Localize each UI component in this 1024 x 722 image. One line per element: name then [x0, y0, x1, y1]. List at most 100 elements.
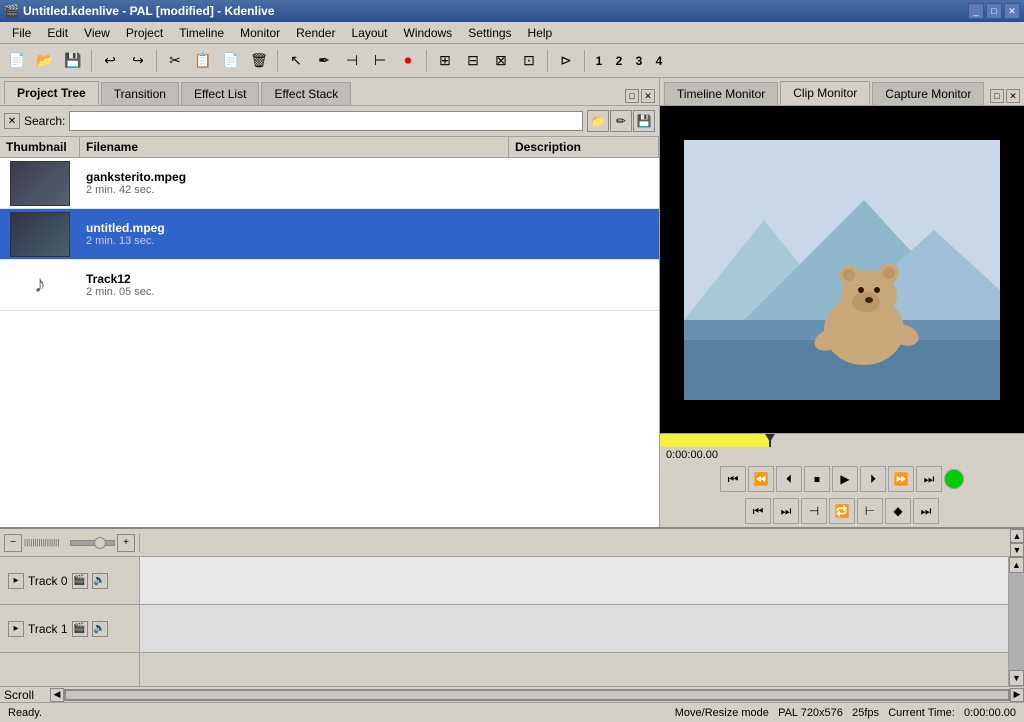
next-frame-button[interactable]: ⏭ — [773, 498, 799, 524]
extract-button[interactable]: ⊳ — [553, 48, 579, 74]
loop-button[interactable]: 🔁 — [829, 498, 855, 524]
toolbar-sep-1 — [91, 50, 92, 72]
snap-button[interactable]: ⊞ — [432, 48, 458, 74]
layout-3-button[interactable]: 3 — [630, 52, 648, 70]
timeline-zoom: − ||||||||||||||||| + — [0, 534, 140, 552]
group-button[interactable]: ⊠ — [488, 48, 514, 74]
goto-end-button[interactable]: ⏭ — [916, 466, 942, 492]
menu-view[interactable]: View — [76, 24, 118, 42]
new-button[interactable]: 📄 — [4, 48, 30, 74]
in-point-button[interactable]: ⊣ — [339, 48, 365, 74]
search-edit-button[interactable]: ✏ — [610, 110, 632, 132]
cut-button[interactable]: ✂ — [162, 48, 188, 74]
search-input[interactable] — [69, 111, 583, 131]
tab-effect-stack[interactable]: Effect Stack — [261, 82, 351, 105]
search-save-button[interactable]: 💾 — [633, 110, 655, 132]
link-button[interactable]: ⊟ — [460, 48, 486, 74]
h-scroll-right[interactable]: ▶ — [1010, 688, 1024, 702]
tab-clip-monitor[interactable]: Clip Monitor — [780, 81, 870, 105]
goto-start-button[interactable]: ⏮ — [720, 466, 746, 492]
menu-edit[interactable]: Edit — [39, 24, 76, 42]
v-scroll-track[interactable] — [1009, 573, 1024, 670]
rewind-button[interactable]: ⏪ — [748, 466, 774, 492]
in-point-ctrl-button[interactable]: ⊣ — [801, 498, 827, 524]
track-1-audio-button[interactable]: 🔊 — [92, 621, 108, 637]
tab-transition[interactable]: Transition — [101, 82, 179, 105]
mark-button[interactable]: ◆ — [885, 498, 911, 524]
monitor-maximize-button[interactable]: □ — [990, 89, 1004, 103]
insert-button[interactable]: ⏭ — [913, 498, 939, 524]
menu-layout[interactable]: Layout — [343, 24, 395, 42]
razor-tool[interactable]: ✒ — [311, 48, 337, 74]
minimize-button[interactable]: _ — [968, 3, 984, 19]
save-button[interactable]: 💾 — [60, 48, 86, 74]
timeline-marker — [769, 434, 771, 447]
menu-settings[interactable]: Settings — [460, 24, 519, 42]
out-point-button[interactable]: ⊢ — [367, 48, 393, 74]
menu-timeline[interactable]: Timeline — [171, 24, 232, 42]
step-forward-button[interactable]: ⏵ — [860, 466, 886, 492]
file-row-1[interactable]: ganksterito.mpeg 2 min. 42 sec. — [0, 158, 659, 209]
playback-timeline[interactable] — [660, 433, 1024, 447]
ruler-scroll-up[interactable]: ▲ — [1010, 529, 1024, 543]
header-thumbnail: Thumbnail — [0, 137, 80, 157]
select-tool[interactable]: ↖ — [283, 48, 309, 74]
file-row-3[interactable]: ♪ Track12 2 min. 05 sec. — [0, 260, 659, 311]
track-0-toggle[interactable]: ▸ — [8, 573, 24, 589]
menu-help[interactable]: Help — [520, 24, 561, 42]
h-scroll-left[interactable]: ◀ — [50, 688, 64, 702]
track-1-video-button[interactable]: 🎬 — [72, 621, 88, 637]
maximize-button[interactable]: □ — [986, 3, 1002, 19]
ungroup-button[interactable]: ⊡ — [516, 48, 542, 74]
monitor-tabs: Timeline Monitor Clip Monitor Capture Mo… — [660, 78, 1024, 106]
panel-maximize-button[interactable]: □ — [625, 89, 639, 103]
tab-capture-monitor[interactable]: Capture Monitor — [872, 82, 984, 105]
menu-file[interactable]: File — [4, 24, 39, 42]
menu-render[interactable]: Render — [288, 24, 343, 42]
fast-forward-button[interactable]: ⏩ — [888, 466, 914, 492]
tab-project-tree[interactable]: Project Tree — [4, 81, 99, 105]
layout-2-button[interactable]: 2 — [610, 52, 628, 70]
panel-close-button[interactable]: ✕ — [641, 89, 655, 103]
menu-windows[interactable]: Windows — [396, 24, 461, 42]
ruler-scroll-down[interactable]: ▼ — [1010, 543, 1024, 557]
redo-button[interactable]: ↪ — [125, 48, 151, 74]
track-0-video-button[interactable]: 🎬 — [72, 573, 88, 589]
stop-button[interactable]: ⏹ — [804, 466, 830, 492]
zoom-out-button[interactable]: − — [4, 534, 22, 552]
paste-button[interactable]: 📄 — [218, 48, 244, 74]
tab-effect-list[interactable]: Effect List — [181, 82, 259, 105]
record-monitor-button[interactable] — [944, 469, 964, 489]
track-0-audio-button[interactable]: 🔊 — [92, 573, 108, 589]
tab-timeline-monitor[interactable]: Timeline Monitor — [664, 82, 778, 105]
search-clear-button[interactable]: ✕ — [4, 113, 20, 129]
monitor-close-button[interactable]: ✕ — [1006, 89, 1020, 103]
undo-button[interactable]: ↩ — [97, 48, 123, 74]
zoom-in-button[interactable]: + — [117, 534, 135, 552]
video-preview — [660, 106, 1024, 433]
zoom-slider-track[interactable] — [70, 540, 116, 546]
track-1-toggle[interactable]: ▸ — [8, 621, 24, 637]
h-scrollbar-thumb[interactable] — [65, 690, 1009, 700]
layout-1-button[interactable]: 1 — [590, 52, 608, 70]
record-button[interactable]: ⏺ — [395, 48, 421, 74]
menu-project[interactable]: Project — [118, 24, 171, 42]
v-scroll-down[interactable]: ▼ — [1009, 670, 1024, 686]
copy-button[interactable]: 📋 — [190, 48, 216, 74]
play-button[interactable]: ▶ — [832, 466, 858, 492]
v-scroll-up[interactable]: ▲ — [1009, 557, 1024, 573]
zoom-slider-handle[interactable] — [94, 537, 106, 549]
close-button[interactable]: ✕ — [1004, 3, 1020, 19]
tracks-content — [140, 557, 1008, 686]
out-point-ctrl-button[interactable]: ⊢ — [857, 498, 883, 524]
layout-4-button[interactable]: 4 — [650, 52, 668, 70]
bear-scene — [660, 106, 1024, 433]
menu-monitor[interactable]: Monitor — [232, 24, 288, 42]
step-back-button[interactable]: ⏴ — [776, 466, 802, 492]
search-folder-button[interactable]: 📁 — [587, 110, 609, 132]
file-row-2[interactable]: untitled.mpeg 2 min. 13 sec. — [0, 209, 659, 260]
open-button[interactable]: 📂 — [32, 48, 58, 74]
h-scrollbar-track[interactable] — [64, 689, 1010, 701]
prev-frame-button[interactable]: ⏮ — [745, 498, 771, 524]
delete-button[interactable]: 🗑 — [246, 48, 272, 74]
